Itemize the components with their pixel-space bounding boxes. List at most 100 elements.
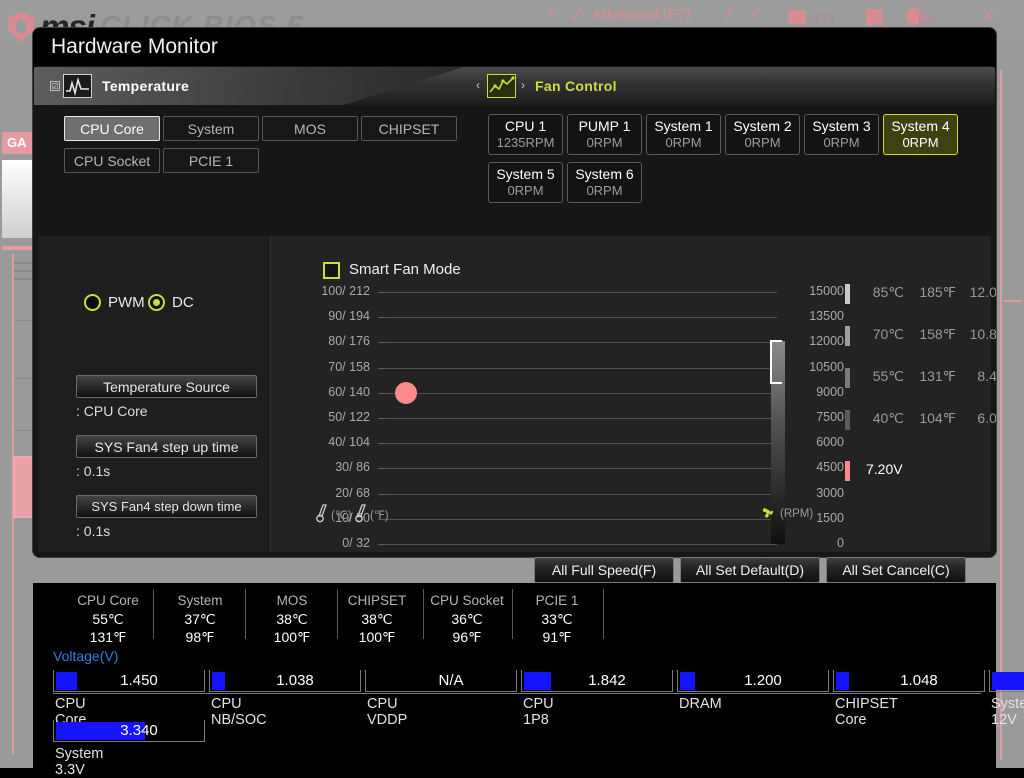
- fan-settings-pane: PWM DC Temperature Source : CPU Core SYS…: [38, 236, 271, 552]
- bios-f12-label: : F12: [808, 12, 835, 26]
- strip-wedge-decor: [34, 67, 464, 105]
- voltage-value: N/A: [385, 672, 517, 689]
- fan-rpm: 0RPM: [507, 183, 543, 199]
- temperature-section-label: Temperature: [102, 78, 189, 94]
- fan-button-system-6[interactable]: System 6 0RPM: [567, 162, 642, 203]
- radio-pwm-label: PWM: [108, 294, 145, 311]
- fan-button-system-5[interactable]: System 5 0RPM: [488, 162, 563, 203]
- fan-curve-point-1[interactable]: [395, 382, 417, 404]
- fan-button-system-2[interactable]: System 2 0RPM: [725, 114, 800, 155]
- radio-dc[interactable]: [148, 294, 165, 311]
- temp-name: CPU Core: [63, 591, 153, 610]
- tab-system[interactable]: System: [163, 116, 259, 141]
- decor-slash: /: [544, 2, 557, 26]
- tab-chipset[interactable]: CHIPSET: [361, 116, 457, 141]
- step-up-time-value: : 0.1s: [76, 463, 110, 479]
- voltage-bar-fill: [680, 672, 695, 690]
- next-section-icon[interactable]: ›: [521, 78, 525, 92]
- tab-cpu-socket[interactable]: CPU Socket: [64, 148, 160, 173]
- info-bar-1: [845, 284, 850, 304]
- voltage-label: System 3.3V: [55, 746, 103, 778]
- decor-slash: /: [570, 4, 583, 28]
- bios-language-icon[interactable]: [866, 9, 883, 25]
- temp-fahrenheit: 131℉: [63, 628, 153, 646]
- step-down-time-field[interactable]: SYS Fan4 step down time: [76, 495, 257, 518]
- chart-gridline: [387, 342, 777, 343]
- chart-tick: [378, 418, 387, 419]
- temp-name: CHIPSET: [332, 591, 422, 610]
- chart-tick: [378, 368, 387, 369]
- all-set-cancel-button[interactable]: All Set Cancel(C): [826, 557, 966, 583]
- prev-section-icon[interactable]: ‹: [476, 78, 480, 92]
- bios-advanced-label[interactable]: Advanced (F7): [592, 6, 690, 23]
- fan-button-system-1[interactable]: System 1 0RPM: [646, 114, 721, 155]
- bios-language-label: En: [918, 12, 934, 27]
- info-fahrenheit-1: 185℉: [912, 284, 956, 301]
- chart-gridline: [387, 443, 777, 444]
- chart-y-right-tick-label: 3000: [792, 486, 844, 500]
- bios-right-column: [994, 62, 1024, 768]
- tab-mos[interactable]: MOS: [262, 116, 358, 141]
- temp-cell-cpu-core: CPU Core 55℃ 131℉: [63, 591, 153, 646]
- chart-y-left-tick-label: 90/ 194: [286, 309, 370, 323]
- chart-y-left-tick-label: 50/ 122: [286, 410, 370, 424]
- info-fahrenheit-2: 158℉: [912, 326, 956, 343]
- fan-button-cpu-1[interactable]: CPU 1 1235RPM: [488, 114, 563, 155]
- bios-screenshot-icon[interactable]: [788, 10, 806, 24]
- all-full-speed-button[interactable]: All Full Speed(F): [534, 557, 674, 583]
- voltage-value: 1.048: [853, 672, 985, 689]
- tab-pcie-1[interactable]: PCIE 1: [163, 148, 259, 173]
- fan-rpm: 1235RPM: [497, 135, 555, 151]
- all-set-default-button[interactable]: All Set Default(D): [680, 557, 820, 583]
- fan-name: System 6: [575, 166, 633, 183]
- chart-gridline: [387, 519, 777, 520]
- temperature-expand-checkbox[interactable]: ☑: [50, 81, 60, 91]
- fan-rpm: 0RPM: [902, 135, 938, 151]
- temp-celsius: 38℃: [247, 610, 337, 628]
- info-fahrenheit-4: 104℉: [912, 410, 956, 427]
- voltage-label: System 12V: [991, 696, 1024, 728]
- bios-close-label[interactable]: X: [982, 6, 995, 29]
- chart-gridline: [387, 544, 777, 545]
- temp-cell-pcie-1: PCIE 1 33℃ 91℉: [512, 591, 602, 646]
- info-volts-4: 6.00V: [964, 410, 996, 426]
- fan-name: PUMP 1: [579, 118, 631, 135]
- fan-button-system-3[interactable]: System 3 0RPM: [804, 114, 879, 155]
- temp-name: CPU Socket: [422, 591, 512, 610]
- voltage-value: 3.340: [73, 722, 205, 739]
- smart-fan-mode-label: Smart Fan Mode: [349, 261, 461, 278]
- voltage-value: 12.288: [1009, 672, 1024, 689]
- fan-button-pump-1[interactable]: PUMP 1 0RPM: [567, 114, 642, 155]
- tab-cpu-core[interactable]: CPU Core: [64, 116, 160, 141]
- fan-rpm: 0RPM: [586, 135, 622, 151]
- voltage-value: 1.038: [229, 672, 361, 689]
- chart-tick: [378, 544, 387, 545]
- msi-shield-icon: [8, 12, 34, 42]
- voltage-value: 1.450: [73, 672, 205, 689]
- chart-tick: [378, 443, 387, 444]
- smart-fan-mode-checkbox[interactable]: [323, 262, 340, 279]
- fan-curve-chart: Smart Fan Mode 100/ 21290/ 19480/ 17670/…: [272, 236, 991, 552]
- temp-celsius: 37℃: [155, 610, 245, 628]
- temp-name: MOS: [247, 591, 337, 610]
- temp-celsius: 36℃: [422, 610, 512, 628]
- temperature-source-field[interactable]: Temperature Source: [76, 375, 257, 398]
- fan-speed-slider-handle[interactable]: [770, 340, 782, 384]
- chart-gridline: [387, 368, 777, 369]
- temp-fahrenheit: 91℉: [512, 628, 602, 646]
- current-voltage-bar: [845, 461, 850, 481]
- chart-gridline: [387, 317, 777, 318]
- step-up-time-field[interactable]: SYS Fan4 step up time: [76, 435, 257, 458]
- fan-name: System 3: [812, 118, 870, 135]
- fan-name: CPU 1: [505, 118, 546, 135]
- chart-tick: [378, 342, 387, 343]
- chart-y-left-tick-label: 80/ 176: [286, 334, 370, 348]
- temp-celsius: 55℃: [63, 610, 153, 628]
- fan-name: System 1: [654, 118, 712, 135]
- radio-pwm[interactable]: [84, 294, 101, 311]
- voltage-bar-fill: [212, 672, 225, 690]
- chart-tick: [378, 292, 387, 293]
- info-celsius-1: 85℃: [864, 284, 904, 301]
- fan-button-system-4[interactable]: System 4 0RPM: [883, 114, 958, 155]
- chart-y-left-tick-label: 20/ 68: [286, 486, 370, 500]
